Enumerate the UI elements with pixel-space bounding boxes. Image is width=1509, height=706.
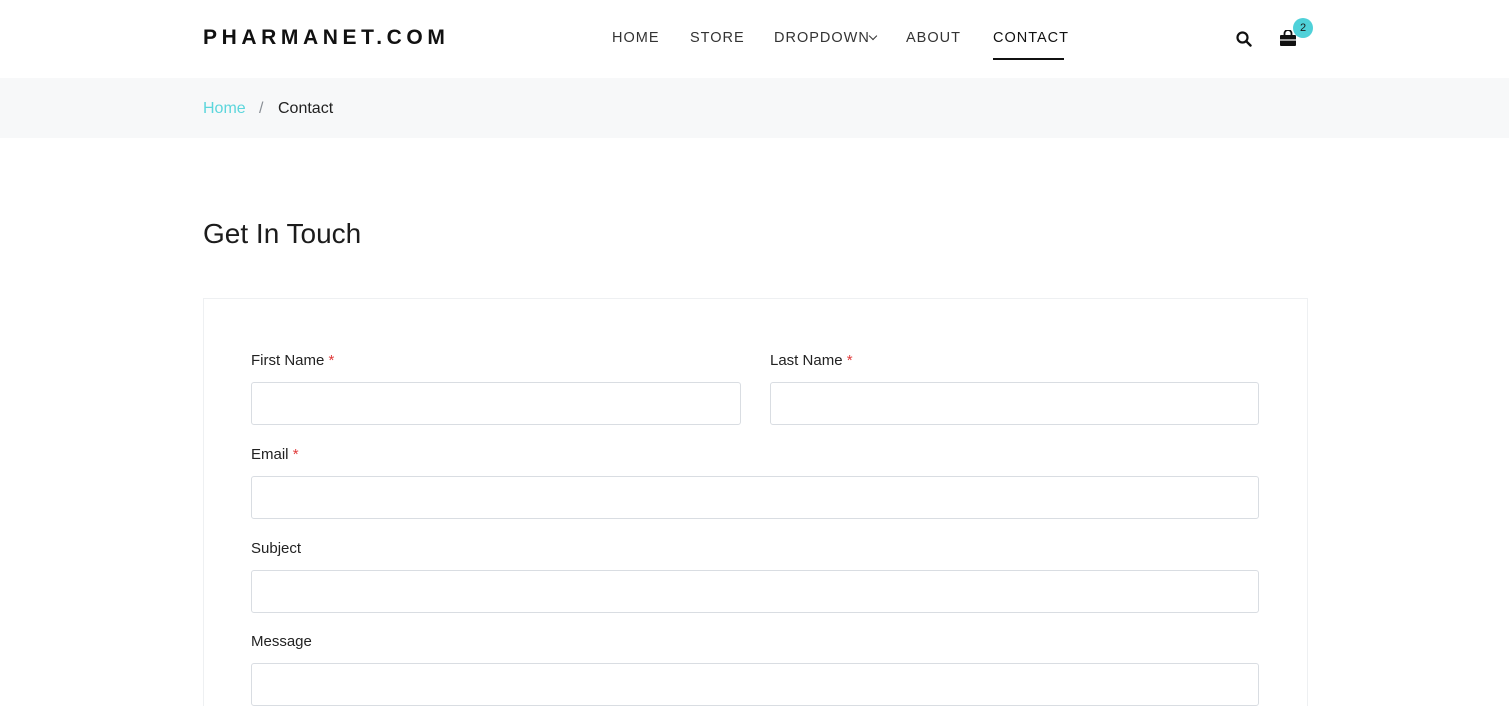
required-marker: *: [292, 446, 299, 463]
chevron-down-icon[interactable]: [868, 31, 878, 41]
search-icon[interactable]: [1236, 31, 1252, 52]
email-label-text: Email: [251, 446, 289, 463]
subject-input[interactable]: [251, 570, 1259, 613]
breadcrumb-current: Contact: [278, 100, 334, 117]
message-label: Message: [251, 633, 312, 650]
nav-dropdown[interactable]: DROPDOWN: [774, 29, 870, 47]
breadcrumb-home-link[interactable]: Home: [203, 99, 246, 119]
nav-active-indicator: [993, 58, 1064, 60]
last-name-input[interactable]: [770, 382, 1259, 425]
message-textarea[interactable]: [251, 663, 1259, 706]
nav-about[interactable]: ABOUT: [906, 29, 961, 47]
nav-contact[interactable]: CONTACT: [993, 29, 1069, 47]
required-marker: *: [328, 352, 335, 369]
site-header: PHARMANET.COM HOME STORE DROPDOWN ABOUT …: [0, 0, 1509, 78]
email-label: Email *: [251, 446, 299, 464]
first-name-label-text: First Name: [251, 352, 325, 369]
last-name-label: Last Name *: [770, 352, 853, 370]
page-title: Get In Touch: [203, 218, 362, 249]
site-logo[interactable]: PHARMANET.COM: [203, 26, 449, 50]
required-marker: *: [846, 352, 853, 369]
first-name-label: First Name *: [251, 352, 334, 370]
subject-label: Subject: [251, 540, 302, 557]
first-name-input[interactable]: [251, 382, 741, 425]
breadcrumb-separator: /: [259, 100, 264, 117]
nav-home[interactable]: HOME: [612, 29, 660, 47]
cart-count-badge: 2: [1293, 18, 1313, 38]
nav-store[interactable]: STORE: [690, 29, 745, 47]
email-input[interactable]: [251, 476, 1259, 519]
last-name-label-text: Last Name: [770, 352, 843, 369]
